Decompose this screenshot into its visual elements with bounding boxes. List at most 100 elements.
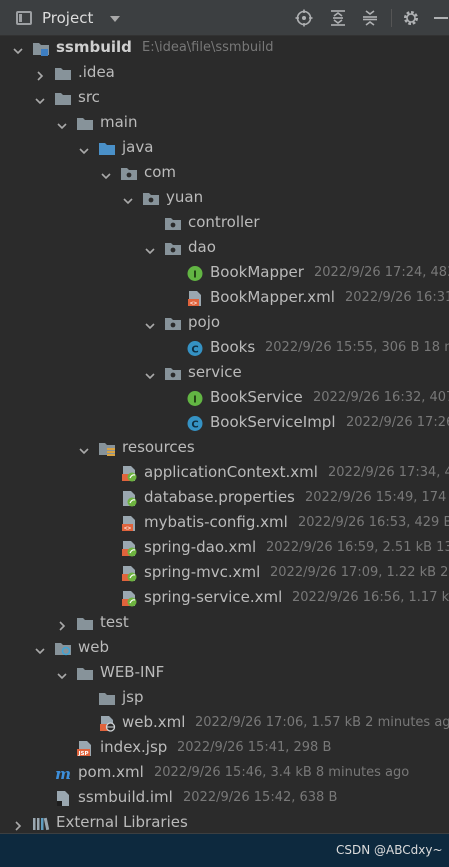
project-tree: ssmbuild E:\idea\file\ssmbuild .idea src mai… <box>0 36 449 831</box>
svg-text:JSP: JSP <box>77 751 88 757</box>
maven-icon: m <box>54 765 72 783</box>
tree-node[interactable]: test <box>0 611 449 636</box>
tree-node[interactable]: jsp <box>0 686 449 711</box>
chevron-down-icon[interactable] <box>78 143 90 155</box>
toolbar-divider <box>391 9 392 27</box>
chevron-down-icon[interactable] <box>144 318 156 330</box>
tree-node-label: web.xml <box>122 713 186 731</box>
tree-node-label: BookMapper <box>210 263 304 281</box>
tree-node[interactable]: m pom.xml 2022/9/26 15:46, 3.4 kB 8 minute… <box>0 761 449 786</box>
tree-node[interactable]: web.xml 2022/9/26 17:06, 1.57 kB 2 minute… <box>0 711 449 736</box>
chevron-down-icon[interactable] <box>56 668 68 680</box>
tree-node-meta: 2022/9/26 17:06, 1.57 kB 2 minutes ago <box>195 715 449 730</box>
chevron-down-icon[interactable] <box>56 118 68 130</box>
locate-icon[interactable] <box>295 9 313 27</box>
tree-node-meta: E:\idea\file\ssmbuild <box>142 40 274 55</box>
svg-text:C: C <box>191 345 198 356</box>
tree-node[interactable]: database.properties 2022/9/26 15:49, 174 … <box>0 486 449 511</box>
chevron-down-icon[interactable] <box>122 193 134 205</box>
tree-node-meta: 2022/9/26 15:55, 306 B 18 m <box>265 340 449 355</box>
tree-node[interactable]: resources <box>0 436 449 461</box>
chevron-down-icon[interactable] <box>100 168 112 180</box>
tree-node-meta: 2022/9/26 16:31 <box>345 290 449 305</box>
tree-node-meta: 2022/9/26 15:46, 3.4 kB 8 minutes ago <box>154 765 410 780</box>
tree-node-label: BookServiceImpl <box>210 413 336 431</box>
tree-node[interactable]: ssmbuild.iml 2022/9/26 15:42, 638 B <box>0 786 449 811</box>
package-icon <box>164 365 182 382</box>
resources-folder-icon <box>98 440 116 457</box>
jsp-file-icon: JSP <box>76 740 94 757</box>
tree-node-meta: 2022/9/26 16:53, 429 B <box>298 515 449 530</box>
tree-node-label: java <box>122 138 154 156</box>
tree-node-label: ssmbuild <box>56 38 132 56</box>
tree-node[interactable]: ssmbuild E:\idea\file\ssmbuild <box>0 36 449 61</box>
tree-node[interactable]: yuan <box>0 186 449 211</box>
tree-node[interactable]: I BookMapper 2022/9/26 17:24, 483 <box>0 261 449 286</box>
tree-node-meta: 2022/9/26 17:09, 1.22 kB 2 m <box>270 565 449 580</box>
tree-node-meta: 2022/9/26 16:56, 1.17 kB <box>292 590 449 605</box>
tree-node[interactable]: pojo <box>0 311 449 336</box>
chevron-down-icon[interactable] <box>34 93 46 105</box>
tree-node[interactable]: spring-mvc.xml 2022/9/26 17:09, 1.22 kB 2… <box>0 561 449 586</box>
tree-node-label: main <box>100 113 138 131</box>
tree-node-meta: 2022/9/26 16:32, 407 <box>313 390 449 405</box>
package-icon <box>164 315 182 332</box>
properties-file-icon <box>120 490 138 507</box>
chevron-down-icon[interactable] <box>144 243 156 255</box>
tree-node-label: mybatis-config.xml <box>144 513 288 531</box>
chevron-down-icon[interactable] <box>110 16 120 22</box>
tree-node[interactable]: .idea <box>0 61 449 86</box>
tree-node[interactable]: src <box>0 86 449 111</box>
tree-node[interactable]: controller <box>0 211 449 236</box>
tree-node-label: web <box>78 638 110 656</box>
tree-node-label: applicationContext.xml <box>144 463 318 481</box>
chevron-right-icon[interactable] <box>12 818 24 831</box>
tree-node[interactable]: applicationContext.xml 2022/9/26 17:34, 4… <box>0 461 449 486</box>
package-icon <box>120 165 138 182</box>
chevron-down-icon[interactable] <box>144 368 156 380</box>
tree-node[interactable]: JSP index.jsp 2022/9/26 15:41, 298 B <box>0 736 449 761</box>
svg-text:m: m <box>55 765 71 782</box>
tree-node[interactable]: <> mybatis-config.xml 2022/9/26 16:53, 429… <box>0 511 449 536</box>
collapse-all-icon[interactable] <box>361 9 379 27</box>
chevron-right-icon[interactable] <box>56 618 68 631</box>
expand-all-icon[interactable] <box>329 9 347 27</box>
tree-node-label: spring-dao.xml <box>144 538 257 556</box>
tree-node-label: yuan <box>166 188 204 206</box>
tree-node[interactable]: I BookService 2022/9/26 16:32, 407 <box>0 386 449 411</box>
tree-node[interactable]: External Libraries <box>0 811 449 831</box>
tree-node[interactable]: dao <box>0 236 449 261</box>
tree-node[interactable]: WEB-INF <box>0 661 449 686</box>
spring-xml-icon <box>120 540 138 557</box>
gear-icon[interactable] <box>402 9 420 27</box>
tree-node-label: Books <box>210 338 256 356</box>
tree-node[interactable]: <> BookMapper.xml 2022/9/26 16:31 <box>0 286 449 311</box>
tree-node[interactable]: java <box>0 136 449 161</box>
tree-node[interactable]: main <box>0 111 449 136</box>
tree-node-meta: 2022/9/26 17:24, 483 <box>314 265 449 280</box>
tree-node-label: jsp <box>122 688 144 706</box>
hide-icon[interactable] <box>432 9 449 27</box>
tree-node-label: pojo <box>188 313 221 331</box>
tree-node-label: spring-mvc.xml <box>144 563 261 581</box>
chevron-down-icon[interactable] <box>78 443 90 455</box>
tree-node-label: dao <box>188 238 216 256</box>
chevron-down-icon[interactable] <box>12 43 24 55</box>
chevron-down-icon[interactable] <box>34 643 46 655</box>
project-view-title[interactable]: Project <box>42 9 93 27</box>
project-view-icon[interactable] <box>16 11 32 25</box>
tree-node[interactable]: service <box>0 361 449 386</box>
tree-node[interactable]: C Books 2022/9/26 15:55, 306 B 18 m <box>0 336 449 361</box>
tree-node[interactable]: com <box>0 161 449 186</box>
tree-node[interactable]: C BookServiceImpl 2022/9/26 17:26 <box>0 411 449 436</box>
tree-node-label: resources <box>122 438 195 456</box>
spring-xml-icon <box>120 590 138 607</box>
tree-node[interactable]: web <box>0 636 449 661</box>
tree-node[interactable]: spring-service.xml 2022/9/26 16:56, 1.17 … <box>0 586 449 611</box>
class-icon: C <box>186 340 204 357</box>
tree-node[interactable]: spring-dao.xml 2022/9/26 16:59, 2.51 kB 1… <box>0 536 449 561</box>
tree-node-meta: 2022/9/26 17:26 <box>346 415 449 430</box>
project-toolbar: Project <box>0 0 449 36</box>
chevron-right-icon[interactable] <box>34 68 46 81</box>
package-icon <box>164 215 182 232</box>
